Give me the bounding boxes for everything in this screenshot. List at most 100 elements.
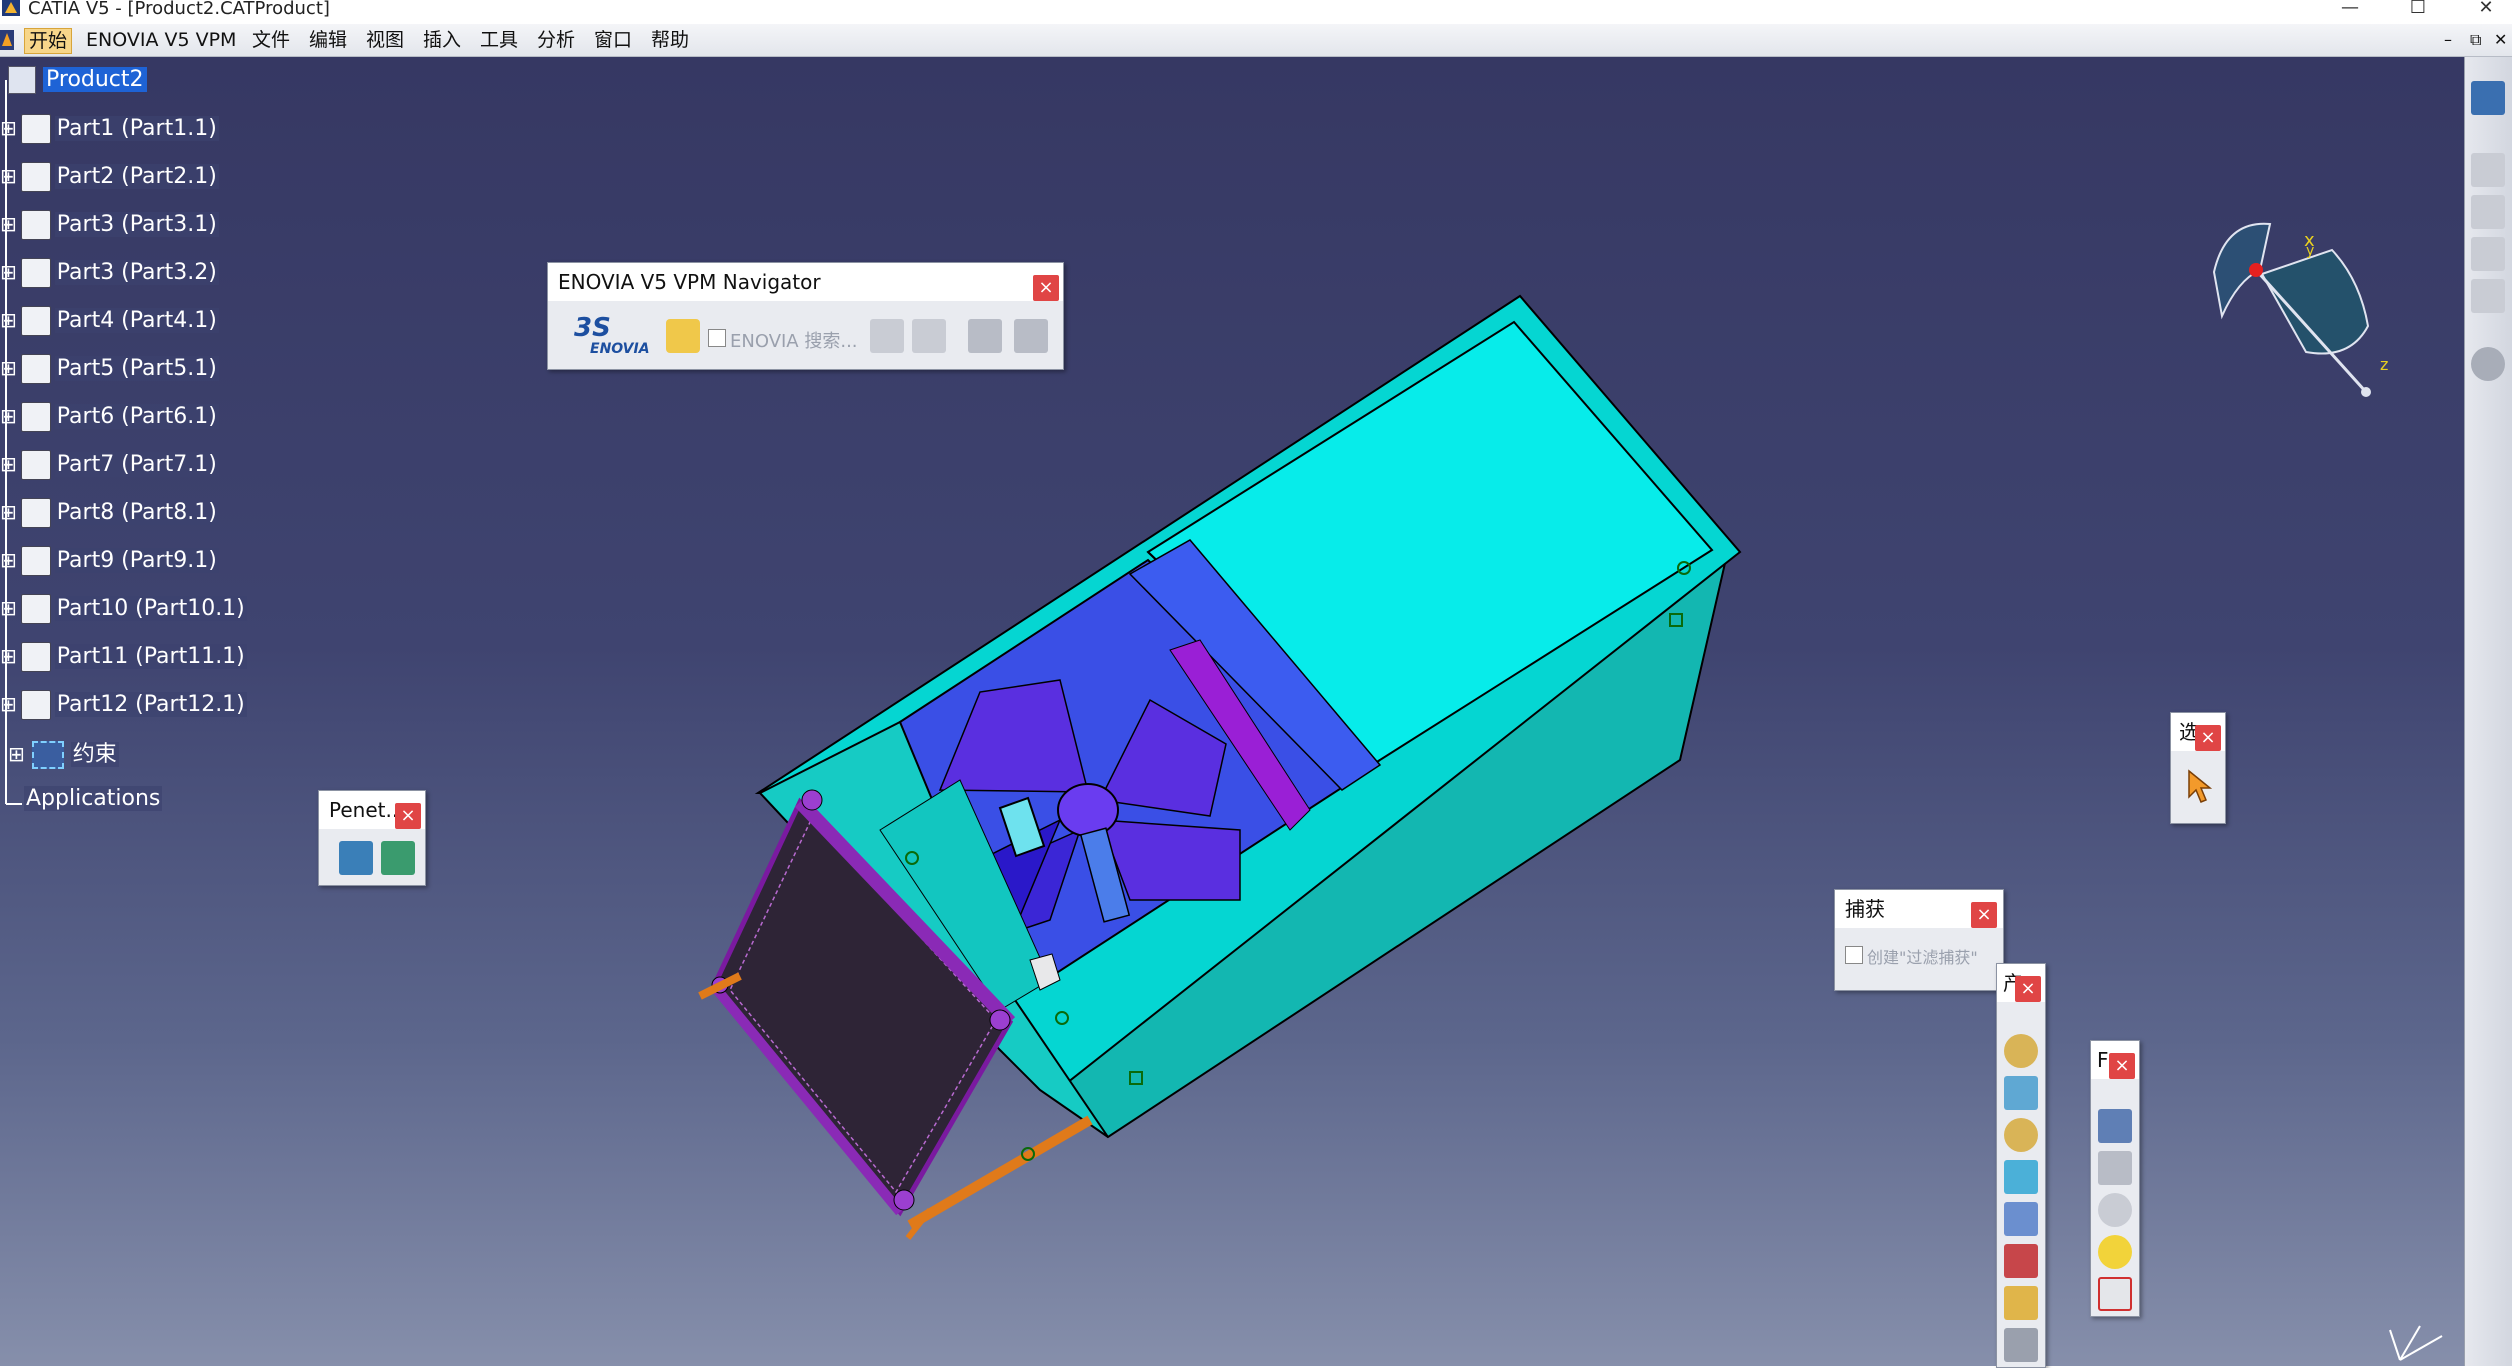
replace-component-icon[interactable] [2004,1202,2038,1236]
select-arrow-icon[interactable] [2185,769,2213,805]
graph-tree-reorder-icon[interactable] [2004,1244,2038,1278]
mdi-close-button[interactable]: ✕ [2490,28,2511,52]
select-toolbar: 选 × [2170,712,2226,824]
penetration-icon-2[interactable] [381,841,415,875]
insert-component-icon[interactable] [2004,1034,2038,1068]
tree-root-product2[interactable]: Product2 [8,66,147,94]
enovia-logo-icon[interactable]: 3S ENOVIA [568,313,650,359]
menu-insert[interactable]: 插入 [419,28,465,52]
expand-icon[interactable]: ⊞ [0,260,17,284]
part-icon [20,258,51,288]
insert-part-icon[interactable] [2004,1118,2038,1152]
generate-numbering-icon[interactable] [2004,1286,2038,1320]
expand-icon[interactable]: ⊞ [0,692,17,716]
constraint-icon-3[interactable] [2471,279,2505,313]
enovia-toolbar-title: ENOVIA V5 VPM Navigator [548,263,1063,301]
product-structure-toolbar: 产 × [1996,963,2046,1368]
measure-icon[interactable] [2098,1151,2132,1185]
compass-z-label: z [2380,355,2388,374]
expand-icon[interactable]: ⊞ [0,308,17,332]
select-close-button[interactable]: × [2195,725,2221,751]
tree-item-part[interactable]: ⊞ Part11 (Part11.1) [0,642,247,672]
mdi-restore-button[interactable]: ⧉ [2466,28,2485,52]
menu-enovia[interactable]: ENOVIA V5 VPM [82,28,240,52]
penetration-icon-1[interactable] [339,841,373,875]
close-window-button[interactable]: ✕ [2466,0,2506,17]
multi-instantiation-icon[interactable] [2004,1328,2038,1362]
penetration-close-button[interactable]: × [395,803,421,829]
expand-icon[interactable]: ⊞ [0,452,17,476]
expand-icon[interactable]: ⊞ [0,164,17,188]
expand-icon[interactable]: ⊞ [0,500,17,524]
capture-filter-checkbox[interactable] [1845,946,1863,964]
part-icon [20,450,51,480]
constraint-icon-2[interactable] [2471,237,2505,271]
settings-gear-icon[interactable] [2471,347,2505,381]
workbench-icon[interactable] [2471,81,2505,115]
menu-tools[interactable]: 工具 [476,28,522,52]
tree-item-part[interactable]: ⊞ Part12 (Part12.1) [0,690,247,720]
existing-component-icon[interactable] [2004,1160,2038,1194]
part-icon [20,546,51,576]
part-icon [20,306,51,336]
expand-icon[interactable]: ⊞ [0,116,17,140]
penetration-toolbar: Penet... × [318,790,426,886]
constraints-icon [31,741,64,769]
minimize-button[interactable]: — [2330,0,2370,17]
enovia-close-button[interactable]: × [1033,275,1059,301]
lightbulb-icon[interactable] [2098,1235,2132,1269]
expand-icon[interactable]: ⊞ [8,742,25,766]
tree-item-part[interactable]: ⊞ Part4 (Part4.1) [0,306,219,336]
maximize-button[interactable]: ☐ [2398,0,2438,17]
mdi-minimize-button[interactable]: – [2440,28,2456,52]
expand-icon[interactable]: ⊞ [0,212,17,236]
view-toolbar-close-button[interactable]: × [2109,1053,2135,1079]
menu-analyze[interactable]: 分析 [533,28,579,52]
tree-item-label: Part10 (Part10.1) [54,596,247,621]
eye-icon[interactable] [2098,1193,2132,1227]
tree-item-part[interactable]: ⊞ Part9 (Part9.1) [0,546,219,576]
expand-icon[interactable]: ⊞ [0,548,17,572]
expand-icon[interactable]: ⊞ [0,644,17,668]
tree-item-part[interactable]: ⊞ Part7 (Part7.1) [0,450,219,480]
menu-start[interactable]: 开始 [24,28,73,54]
catia-logo-icon [2,0,20,16]
insert-product-icon[interactable] [2004,1076,2038,1110]
capture-close-button[interactable]: × [1971,902,1997,928]
tree-item-part[interactable]: ⊞ Part10 (Part10.1) [0,594,247,624]
tree-item-part[interactable]: ⊞ Part3 (Part3.1) [0,210,219,240]
menu-edit[interactable]: 编辑 [305,28,351,52]
menu-file[interactable]: 文件 [248,28,294,52]
enovia-connect-icon[interactable] [666,319,700,353]
tree-item-part[interactable]: ⊞ Part5 (Part5.1) [0,354,219,384]
tree-item-part[interactable]: ⊞ Part3 (Part3.2) [0,258,219,288]
menu-view[interactable]: 视图 [362,28,408,52]
enovia-sync-icon[interactable] [968,319,1002,353]
enovia-save-icon[interactable] [912,319,946,353]
tree-item-label: Part6 (Part6.1) [54,404,219,429]
expand-icon[interactable]: ⊞ [0,404,17,428]
no-show-icon[interactable] [2098,1277,2132,1311]
tree-item-part[interactable]: ⊞ Part8 (Part8.1) [0,498,219,528]
tree-item-applications[interactable]: Applications [24,786,163,811]
tree-item-part[interactable]: ⊞ Part6 (Part6.1) [0,402,219,432]
update-icon[interactable] [2471,153,2505,187]
product-icon [8,66,36,94]
menu-window[interactable]: 窗口 [590,28,636,52]
constraint-icon-1[interactable] [2471,195,2505,229]
hierarchy-icon[interactable] [2098,1109,2132,1143]
tree-item-part[interactable]: ⊞ Part1 (Part1.1) [0,114,219,144]
capture-filter-label: 创建"过滤捕获" [1867,948,1978,967]
product-toolbar-close-button[interactable]: × [2015,976,2041,1002]
expand-icon[interactable]: ⊞ [0,356,17,380]
menu-help[interactable]: 帮助 [647,28,693,52]
enovia-search-checkbox[interactable] [708,329,726,347]
enovia-filter-icon[interactable] [870,319,904,353]
expand-icon[interactable]: ⊞ [0,596,17,620]
enovia-refresh-icon[interactable] [1014,319,1048,353]
compass-icon[interactable]: x y z [2210,210,2410,410]
tree-item-constraints[interactable]: ⊞ 约束 [8,736,119,769]
enovia-search-label: ENOVIA 搜索... [730,331,858,352]
tree-item-part[interactable]: ⊞ Part2 (Part2.1) [0,162,219,192]
axis-triad-icon [2389,1325,2443,1361]
